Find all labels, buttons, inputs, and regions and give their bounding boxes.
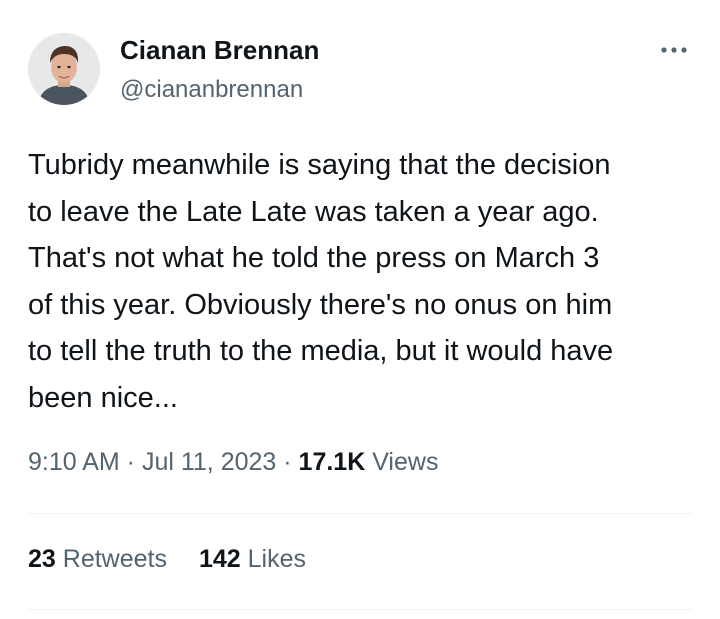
- avatar[interactable]: [28, 33, 100, 105]
- tweet-text-line: been nice...: [28, 381, 178, 414]
- tweet-text-line: to leave the Late Late was taken a year …: [28, 195, 599, 228]
- tweet-meta: 9:10 AM · Jul 11, 2023 · 17.1K Views: [28, 448, 438, 477]
- meta-separator: ·: [119, 448, 142, 476]
- tweet-text-line: That's not what he told the press on Mar…: [28, 242, 600, 274]
- more-horizontal-icon: [661, 47, 687, 53]
- likes-stat[interactable]: 142 Likes: [199, 545, 306, 574]
- retweets-count: 23: [28, 545, 56, 573]
- views-label[interactable]: Views: [365, 448, 438, 476]
- tweet-card: Cianan Brennan @ciananbrennan Tubridy me…: [0, 0, 720, 619]
- tweet-text-line: of this year. Obviously there's no onus …: [28, 288, 613, 321]
- likes-count: 142: [198, 545, 241, 573]
- engagement-stats: 23 Retweets 142 Likes: [28, 545, 306, 574]
- tweet-date[interactable]: Jul 11, 2023: [142, 448, 276, 476]
- tweet-text-line: to tell the truth to the media, but it w…: [28, 335, 614, 367]
- tweet-time[interactable]: 9:10 AM: [28, 448, 120, 476]
- retweets-label: Retweets: [55, 545, 167, 573]
- meta-separator: ·: [276, 448, 299, 476]
- tweet-text: Tubridy meanwhile is saying that the dec…: [28, 142, 698, 421]
- author-handle[interactable]: @ciananbrennan: [120, 76, 303, 104]
- likes-label: Likes: [240, 545, 307, 573]
- divider: [28, 609, 692, 610]
- tweet-text-line: Tubridy meanwhile is saying that the dec…: [28, 149, 611, 181]
- more-options-button[interactable]: [652, 38, 696, 62]
- author-display-name[interactable]: Cianan Brennan: [120, 35, 319, 66]
- person-avatar-icon: [28, 33, 100, 105]
- retweets-stat[interactable]: 23 Retweets: [28, 545, 167, 574]
- views-count[interactable]: 17.1K: [299, 448, 366, 476]
- divider: [28, 513, 692, 514]
